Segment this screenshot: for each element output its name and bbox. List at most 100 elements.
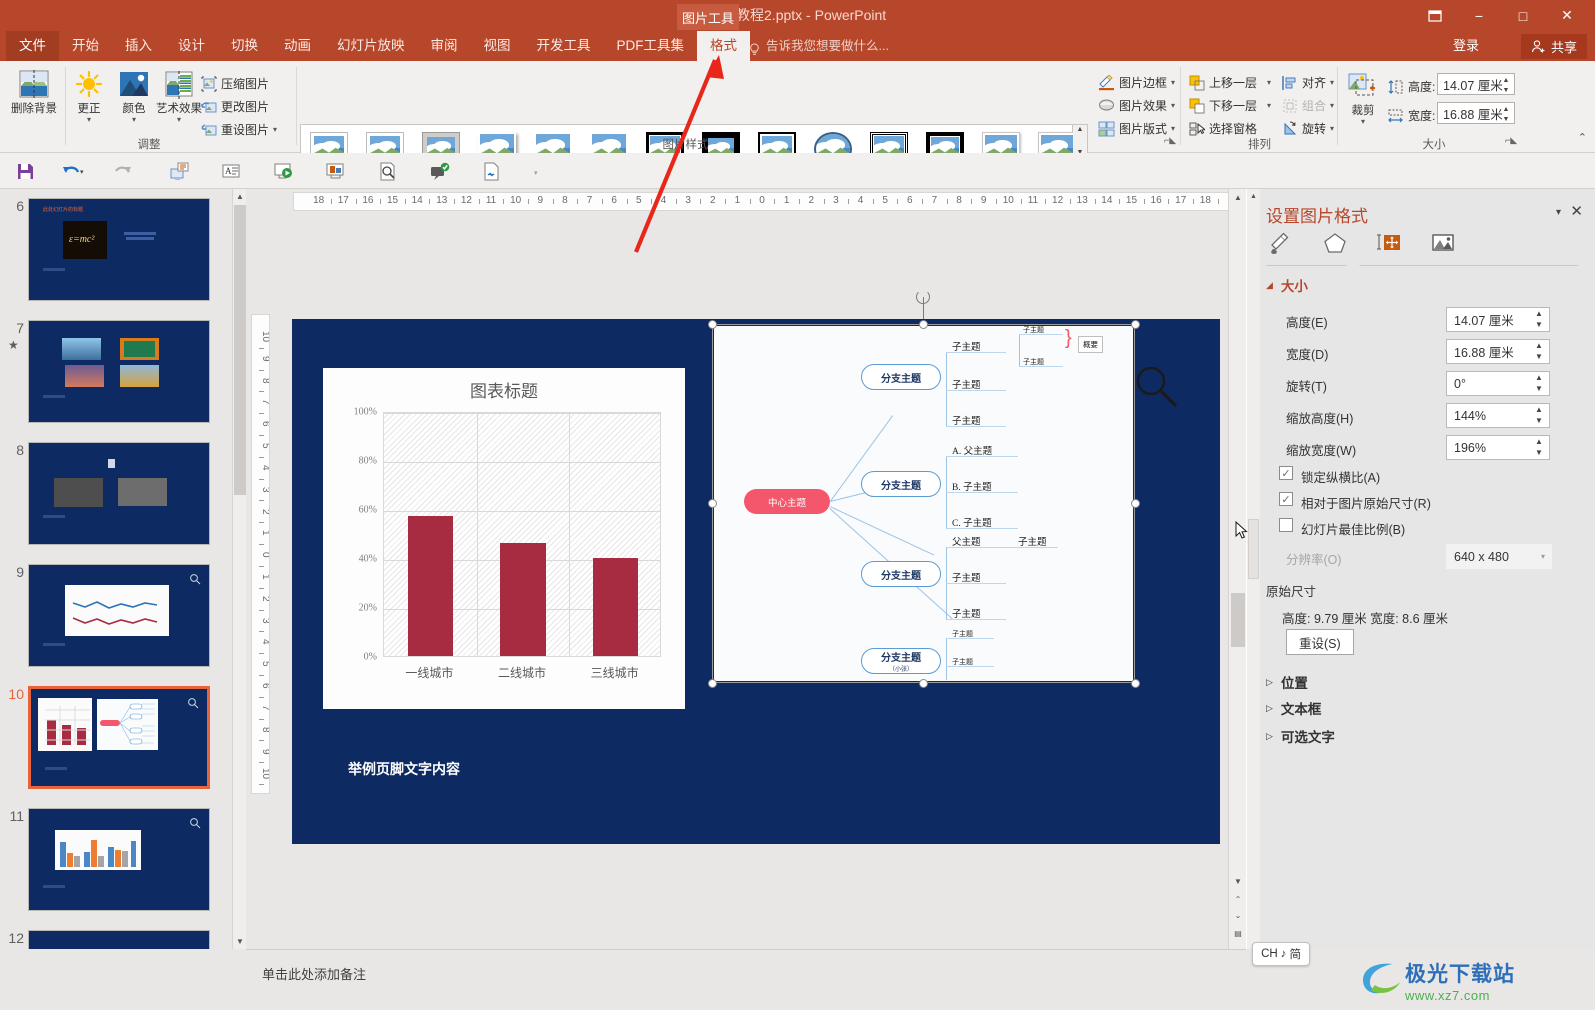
new-text-box-icon[interactable]: A bbox=[218, 159, 244, 183]
pane-checkbox-2[interactable] bbox=[1279, 518, 1293, 532]
close-button[interactable]: ✕ bbox=[1545, 0, 1589, 31]
slide-thumbnail-10[interactable]: 10 bbox=[8, 686, 210, 789]
picture-border-caret-icon[interactable]: ▾ bbox=[1171, 78, 1175, 87]
shape-height-input[interactable]: 14.07 厘米 ▲ ▼ bbox=[1437, 73, 1515, 95]
picture-layout-caret-icon[interactable]: ▾ bbox=[1171, 124, 1175, 133]
slide-thumbnail-11[interactable]: 11 bbox=[9, 808, 210, 911]
sign-in-link[interactable]: 登录 bbox=[1453, 31, 1479, 61]
undo-caret-icon[interactable]: ▾ bbox=[80, 168, 84, 176]
bring-forward-button[interactable]: 上移一层 ▾ bbox=[1188, 71, 1271, 94]
handle-top-left[interactable] bbox=[708, 320, 717, 329]
from-beginning-icon[interactable] bbox=[166, 159, 192, 183]
pane-checkbox-label-1[interactable]: 相对于图片原始尺寸(R) bbox=[1301, 493, 1431, 512]
pane-checkbox-0[interactable]: ✓ bbox=[1279, 466, 1293, 480]
width-spinner[interactable]: ▲ ▼ bbox=[1499, 104, 1513, 124]
pane-checkbox-1[interactable]: ✓ bbox=[1279, 492, 1293, 506]
height-spinner[interactable]: ▲ ▼ bbox=[1499, 75, 1513, 95]
ribbon-tab-0[interactable]: 文件 bbox=[6, 31, 59, 61]
send-backward-button[interactable]: 下移一层 ▾ bbox=[1188, 94, 1271, 117]
crop-button[interactable]: 裁剪 ▾ bbox=[1341, 69, 1385, 126]
pane-section-alttext-header[interactable]: ▷ 可选文字 bbox=[1266, 726, 1335, 746]
maximize-button[interactable]: □ bbox=[1501, 0, 1545, 31]
handle-middle-right[interactable] bbox=[1131, 499, 1140, 508]
change-picture-button[interactable]: 更改图片 bbox=[200, 95, 269, 118]
edit-scroll-up-icon[interactable]: ▲ bbox=[1229, 189, 1247, 206]
reset-button[interactable]: 重设(S) bbox=[1286, 629, 1354, 655]
fit-slide-button[interactable]: ▤ bbox=[1229, 925, 1247, 942]
ribbon-tab-6[interactable]: 幻灯片放映 bbox=[324, 31, 418, 61]
rotate-caret-icon[interactable]: ▾ bbox=[1330, 124, 1334, 133]
pane-scrollbar[interactable]: ▲ bbox=[1247, 189, 1260, 949]
send-backward-caret-icon[interactable]: ▾ bbox=[1267, 101, 1271, 110]
collapse-ribbon-button[interactable]: ⌃ bbox=[1578, 131, 1587, 144]
ribbon-tab-2[interactable]: 插入 bbox=[112, 31, 165, 61]
pane-field-input-3[interactable]: 144% ▲ ▼ bbox=[1446, 403, 1550, 428]
ribbon-display-options-icon[interactable] bbox=[1413, 0, 1457, 31]
ime-indicator[interactable]: CH ♪ 简 bbox=[1252, 942, 1310, 966]
compress-pictures-button[interactable]: 压缩图片 bbox=[200, 72, 269, 95]
ribbon-tab-5[interactable]: 动画 bbox=[271, 31, 324, 61]
chart-picture[interactable]: 图表标题 0% 20% 40% 60% 80% 100% 一线城市 二线城市 三线城市 bbox=[323, 368, 685, 709]
picture-styles-dialog-launcher[interactable]: ⌐◣ bbox=[1164, 135, 1176, 146]
share-button[interactable]: 共享 bbox=[1520, 34, 1587, 59]
edit-scroll-down-icon[interactable]: ▼ bbox=[1229, 873, 1247, 890]
tell-me-box[interactable]: 告诉我您想要做什么... bbox=[748, 31, 889, 61]
thumb-scroll-handle[interactable] bbox=[234, 205, 246, 495]
slide-area-scrollbar[interactable]: ▲ ▼ ⌃ ⌄ ▤ bbox=[1228, 189, 1246, 949]
ribbon-tab-1[interactable]: 开始 bbox=[59, 31, 112, 61]
effects-icon[interactable] bbox=[1318, 229, 1352, 257]
fill-line-icon[interactable] bbox=[1264, 229, 1298, 257]
pane-field-input-2[interactable]: 0° ▲ ▼ bbox=[1446, 371, 1550, 396]
crop-caret-icon[interactable]: ▾ bbox=[1341, 118, 1385, 126]
pane-field-spinner-0[interactable]: ▲ ▼ bbox=[1531, 309, 1547, 330]
ribbon-tab-9[interactable]: 开发工具 bbox=[524, 31, 604, 61]
ribbon-tab-4[interactable]: 切换 bbox=[218, 31, 271, 61]
align-caret-icon[interactable]: ▾ bbox=[1330, 78, 1334, 87]
ribbon-tab-10[interactable]: PDF工具集 bbox=[604, 31, 698, 61]
pane-section-position-header[interactable]: ▷ 位置 bbox=[1266, 672, 1308, 692]
pane-field-spinner-1[interactable]: ▲ ▼ bbox=[1531, 341, 1547, 362]
start-slideshow-icon[interactable] bbox=[270, 159, 296, 183]
slide-thumbnail-6[interactable]: 6 此处幻灯片的标题 ε=mc² bbox=[16, 198, 210, 301]
size-properties-icon[interactable] bbox=[1372, 229, 1406, 257]
pane-field-input-1[interactable]: 16.88 厘米 ▲ ▼ bbox=[1446, 339, 1550, 364]
pane-scroll-handle[interactable] bbox=[1248, 519, 1259, 579]
spell-check-icon[interactable] bbox=[426, 159, 452, 183]
present-online-icon[interactable] bbox=[322, 159, 348, 183]
handle-bottom-right[interactable] bbox=[1131, 679, 1140, 688]
pane-field-input-4[interactable]: 196% ▲ ▼ bbox=[1446, 435, 1550, 460]
align-button[interactable]: 对齐 ▾ bbox=[1281, 71, 1334, 94]
picture-effects-button[interactable]: 图片效果 ▾ bbox=[1098, 94, 1175, 117]
ribbon-tab-8[interactable]: 视图 bbox=[471, 31, 524, 61]
handle-top-right[interactable] bbox=[1131, 320, 1140, 329]
ribbon-tab-7[interactable]: 审阅 bbox=[418, 31, 471, 61]
slide-thumbnail-panel[interactable]: 6此处幻灯片的标题ε=mc²7★89101112★ bbox=[0, 189, 232, 949]
print-preview-icon[interactable] bbox=[374, 159, 400, 183]
pane-close-icon[interactable]: ✕ bbox=[1570, 202, 1583, 220]
handle-top-center[interactable] bbox=[919, 320, 928, 329]
ribbon-tab-11[interactable]: 格式 bbox=[697, 31, 750, 61]
pane-section-size-header[interactable]: ◢ 大小 bbox=[1266, 275, 1308, 295]
slide-thumbnail-7[interactable]: 7 ★ bbox=[8, 320, 210, 423]
pane-options-caret-icon[interactable]: ▾ bbox=[1556, 207, 1561, 218]
pane-field-spinner-4[interactable]: ▲ ▼ bbox=[1531, 437, 1547, 458]
pane-section-textbox-header[interactable]: ▷ 文本框 bbox=[1266, 698, 1321, 718]
bring-forward-caret-icon[interactable]: ▾ bbox=[1267, 78, 1271, 87]
styles-scroll-up-icon[interactable]: ▲ bbox=[1077, 125, 1084, 134]
slide-thumbnail-8[interactable]: 8 bbox=[16, 442, 210, 545]
pane-field-spinner-3[interactable]: ▲ ▼ bbox=[1531, 405, 1547, 426]
picture-effects-caret-icon[interactable]: ▾ bbox=[1171, 101, 1175, 110]
minimize-button[interactable]: − bbox=[1457, 0, 1501, 31]
pane-field-input-0[interactable]: 14.07 厘米 ▲ ▼ bbox=[1446, 307, 1550, 332]
pane-field-spinner-2[interactable]: ▲ ▼ bbox=[1531, 373, 1547, 394]
pane-checkbox-label-2[interactable]: 幻灯片最佳比例(B) bbox=[1301, 519, 1405, 538]
thumbnail-scrollbar[interactable]: ▲ ▼ bbox=[232, 189, 246, 949]
hyperlink-icon[interactable] bbox=[478, 159, 504, 183]
pane-scroll-up-icon[interactable]: ▲ bbox=[1247, 189, 1260, 203]
remove-background-button[interactable]: 删除背景 bbox=[3, 67, 65, 116]
slide-thumbnail-12[interactable]: 12★ bbox=[8, 930, 210, 949]
save-icon[interactable] bbox=[12, 159, 38, 183]
edit-scroll-handle[interactable] bbox=[1231, 593, 1245, 647]
picture-icon[interactable] bbox=[1426, 229, 1460, 257]
thumb-scroll-up-icon[interactable]: ▲ bbox=[233, 189, 247, 204]
